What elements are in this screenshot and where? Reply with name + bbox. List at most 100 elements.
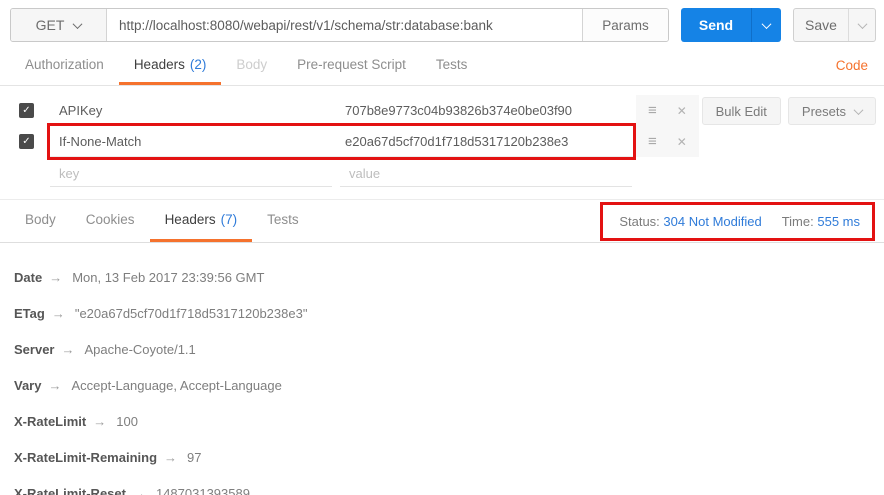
response-header-key: Vary xyxy=(14,378,41,393)
drag-handle-icon[interactable]: ≡ xyxy=(648,134,657,149)
tab-label: Authorization xyxy=(25,57,104,72)
response-header-key: ETag xyxy=(14,306,45,321)
header-cells: If-None-Match e20a67d5cf70d1f718d5317120… xyxy=(50,126,633,157)
tab-label: Headers xyxy=(165,212,216,227)
response-headers-list: Date → Mon, 13 Feb 2017 23:39:56 GMT ETa… xyxy=(0,243,884,495)
header-key-cell[interactable]: APIKey xyxy=(50,95,336,126)
response-header-row: Server → Apache-Coyote/1.1 xyxy=(0,331,884,367)
header-value-cell[interactable]: e20a67d5cf70d1f718d5317120b238e3 xyxy=(336,126,633,157)
postman-app: GET Params Send Save Authorization Heade… xyxy=(0,0,884,495)
arrow-icon: → xyxy=(52,306,65,321)
row-actions: ≡ ✕ xyxy=(636,126,699,157)
response-tabs: Body Cookies Headers (7) Tests Status: 3… xyxy=(0,199,884,243)
arrow-icon: → xyxy=(61,342,74,357)
arrow-icon: → xyxy=(133,486,146,495)
response-tab-body[interactable]: Body xyxy=(10,200,71,242)
tab-tests[interactable]: Tests xyxy=(421,46,483,85)
response-header-value: Apache-Coyote/1.1 xyxy=(84,342,195,357)
delete-row-icon[interactable]: ✕ xyxy=(677,136,687,148)
header-row: ✓ If-None-Match e20a67d5cf70d1f718d53171… xyxy=(0,126,884,157)
save-options-button[interactable] xyxy=(848,9,875,41)
bulk-edit-label: Bulk Edit xyxy=(716,104,767,119)
response-header-row: Vary → Accept-Language, Accept-Language xyxy=(0,367,884,403)
presets-label: Presets xyxy=(802,104,846,119)
response-header-value: 100 xyxy=(116,414,138,429)
header-key-cell[interactable]: If-None-Match xyxy=(50,126,336,157)
bulk-edit-button[interactable]: Bulk Edit xyxy=(702,97,781,125)
tab-pre-request-script[interactable]: Pre-request Script xyxy=(282,46,421,85)
response-header-row: Date → Mon, 13 Feb 2017 23:39:56 GMT xyxy=(0,259,884,295)
chevron-down-icon xyxy=(857,19,867,29)
tab-label: Cookies xyxy=(86,212,135,227)
delete-row-icon[interactable]: ✕ xyxy=(677,105,687,117)
response-header-key: X-RateLimit xyxy=(14,414,86,429)
params-button[interactable]: Params xyxy=(582,9,668,41)
header-cells: APIKey 707b8e9773c04b93826b374e0be03f90 xyxy=(50,95,633,126)
response-header-row: ETag → "e20a67d5cf70d1f718d5317120b238e3… xyxy=(0,295,884,331)
response-header-row: X-RateLimit → 100 xyxy=(0,403,884,439)
time-pair: Time: 555 ms xyxy=(782,214,860,229)
code-link[interactable]: Code xyxy=(836,58,874,73)
row-actions: ≡ ✕ xyxy=(636,95,699,126)
arrow-icon: → xyxy=(48,378,61,393)
tab-authorization[interactable]: Authorization xyxy=(10,46,119,85)
request-tabs: Authorization Headers (2) Body Pre-reque… xyxy=(0,46,884,86)
new-header-row xyxy=(0,158,884,189)
response-header-value: 1487031393589 xyxy=(156,486,250,495)
response-header-row: X-RateLimit-Remaining → 97 xyxy=(0,439,884,475)
tab-label: Tests xyxy=(267,212,299,227)
header-editor: Bulk Edit Presets ✓ APIKey 707b8e9773c04… xyxy=(0,86,884,189)
url-input[interactable] xyxy=(107,9,582,41)
response-status-box: Status: 304 Not Modified Time: 555 ms xyxy=(603,205,872,238)
response-header-key: X-RateLimit-Reset xyxy=(14,486,126,495)
response-tab-cookies[interactable]: Cookies xyxy=(71,200,150,242)
response-header-key: Server xyxy=(14,342,54,357)
method-label: GET xyxy=(36,17,65,33)
save-split-button: Save xyxy=(793,8,876,42)
response-header-row: X-RateLimit-Reset → 1487031393589 xyxy=(0,475,884,495)
drag-handle-icon[interactable]: ≡ xyxy=(648,103,657,118)
tab-label: Body xyxy=(25,212,56,227)
response-header-key: X-RateLimit-Remaining xyxy=(14,450,157,465)
header-enabled-checkbox[interactable]: ✓ xyxy=(19,103,34,118)
tab-label: Headers xyxy=(134,57,185,72)
tab-label: Tests xyxy=(436,57,468,72)
header-enabled-checkbox[interactable]: ✓ xyxy=(19,134,34,149)
new-key-input[interactable] xyxy=(50,161,332,187)
response-header-value: Accept-Language, Accept-Language xyxy=(71,378,281,393)
send-button[interactable]: Send xyxy=(681,8,751,42)
request-bar: GET Params Send Save xyxy=(10,8,876,42)
chevron-down-icon xyxy=(854,105,864,115)
arrow-icon: → xyxy=(49,270,62,285)
time-value: 555 ms xyxy=(817,214,860,229)
tab-label: Pre-request Script xyxy=(297,57,406,72)
send-split-button: Send xyxy=(681,8,781,42)
tab-label: Body xyxy=(236,57,267,72)
time-label: Time: xyxy=(782,214,814,229)
presets-button[interactable]: Presets xyxy=(788,97,876,125)
tab-headers[interactable]: Headers (2) xyxy=(119,46,222,85)
params-label: Params xyxy=(602,18,649,33)
method-dropdown[interactable]: GET xyxy=(11,9,107,41)
tab-count: (2) xyxy=(190,57,207,72)
new-value-input[interactable] xyxy=(340,161,632,187)
arrow-icon: → xyxy=(164,450,177,465)
response-tab-tests[interactable]: Tests xyxy=(252,200,314,242)
status-pair: Status: 304 Not Modified xyxy=(619,214,761,229)
header-value-cell[interactable]: 707b8e9773c04b93826b374e0be03f90 xyxy=(336,95,633,126)
response-tab-headers[interactable]: Headers (7) xyxy=(150,200,253,242)
response-header-key: Date xyxy=(14,270,42,285)
chevron-down-icon xyxy=(762,19,772,29)
status-value: 304 Not Modified xyxy=(663,214,761,229)
send-options-button[interactable] xyxy=(751,8,781,42)
tab-count: (7) xyxy=(221,212,238,227)
response-header-value: "e20a67d5cf70d1f718d5317120b238e3" xyxy=(75,306,308,321)
arrow-icon: → xyxy=(93,414,106,429)
save-button[interactable]: Save xyxy=(794,9,848,41)
tab-body[interactable]: Body xyxy=(221,46,282,85)
chevron-down-icon xyxy=(73,19,83,29)
response-header-value: Mon, 13 Feb 2017 23:39:56 GMT xyxy=(72,270,264,285)
status-label: Status: xyxy=(619,214,659,229)
editor-buttons: Bulk Edit Presets xyxy=(702,97,876,125)
response-header-value: 97 xyxy=(187,450,201,465)
